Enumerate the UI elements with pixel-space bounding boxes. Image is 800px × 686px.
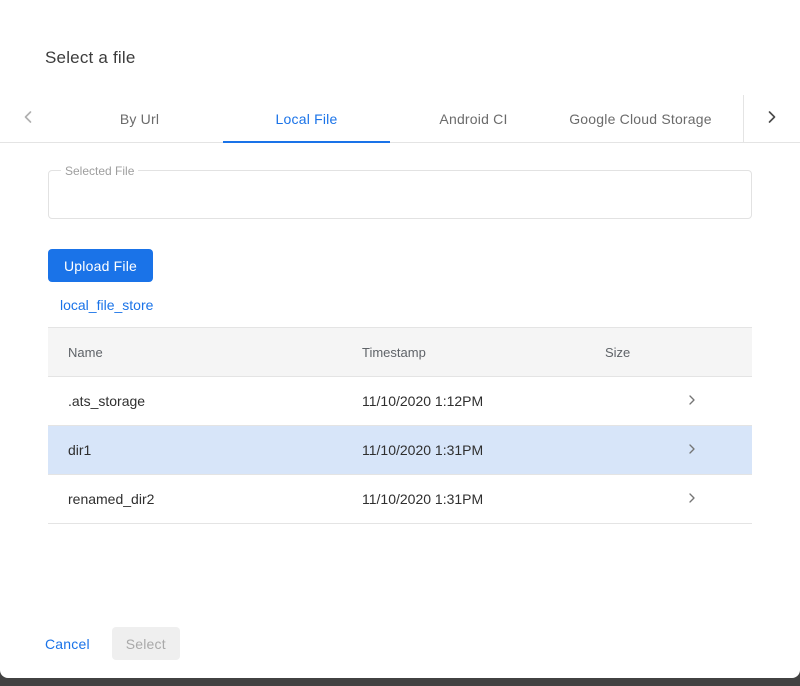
selected-file-label: Selected File (61, 164, 138, 178)
chevron-left-icon (18, 107, 38, 130)
chevron-right-icon (684, 490, 700, 509)
tab-label: Google Cloud Storage (569, 111, 712, 127)
tab-local-file[interactable]: Local File (223, 95, 390, 142)
tabs-scroll-right-button[interactable] (744, 95, 800, 142)
file-name: dir1 (48, 442, 342, 458)
select-file-dialog: Select a file By Url Local File Android … (0, 0, 800, 678)
open-directory-button[interactable] (676, 434, 708, 466)
header-size: Size (585, 345, 632, 360)
tabs-scroll-left-button[interactable] (0, 95, 56, 142)
table-header-row: Name Timestamp Size (48, 327, 752, 377)
tab-bar: By Url Local File Android CI Google Clou… (0, 95, 800, 143)
tab-by-url[interactable]: By Url (56, 95, 223, 142)
file-timestamp: 11/10/2020 1:31PM (342, 491, 585, 507)
open-directory-button[interactable] (676, 483, 708, 515)
file-timestamp: 11/10/2020 1:31PM (342, 442, 585, 458)
dialog-footer: Cancel Select (45, 627, 180, 660)
open-directory-button[interactable] (676, 385, 708, 417)
tab-label: By Url (120, 111, 159, 127)
table-row[interactable]: renamed_dir2 11/10/2020 1:31PM (48, 475, 752, 524)
file-name: renamed_dir2 (48, 491, 342, 507)
selected-file-field: Selected File (48, 170, 752, 219)
tab-panel-local-file: Selected File Upload File local_file_sto… (0, 170, 800, 524)
file-name: .ats_storage (48, 393, 342, 409)
tab-android-ci[interactable]: Android CI (390, 95, 557, 142)
local-file-store-link[interactable]: local_file_store (60, 297, 153, 313)
table-row[interactable]: dir1 11/10/2020 1:31PM (48, 426, 752, 475)
tab-google-cloud-storage[interactable]: Google Cloud Storage (557, 95, 724, 142)
tab-label: Local File (276, 111, 338, 127)
chevron-right-icon (762, 107, 782, 130)
file-table: Name Timestamp Size .ats_storage 11/10/2… (48, 327, 752, 524)
chevron-right-icon (684, 392, 700, 411)
cancel-button[interactable]: Cancel (45, 636, 90, 652)
header-timestamp: Timestamp (342, 345, 585, 360)
file-timestamp: 11/10/2020 1:12PM (342, 393, 585, 409)
header-name: Name (48, 345, 342, 360)
upload-file-button[interactable]: Upload File (48, 249, 153, 282)
selected-file-input[interactable] (49, 171, 751, 218)
select-button[interactable]: Select (112, 627, 180, 660)
tab-list: By Url Local File Android CI Google Clou… (56, 95, 724, 142)
table-row[interactable]: .ats_storage 11/10/2020 1:12PM (48, 377, 752, 426)
tab-label: Android CI (439, 111, 507, 127)
dialog-title: Select a file (0, 0, 800, 68)
chevron-right-icon (684, 441, 700, 460)
